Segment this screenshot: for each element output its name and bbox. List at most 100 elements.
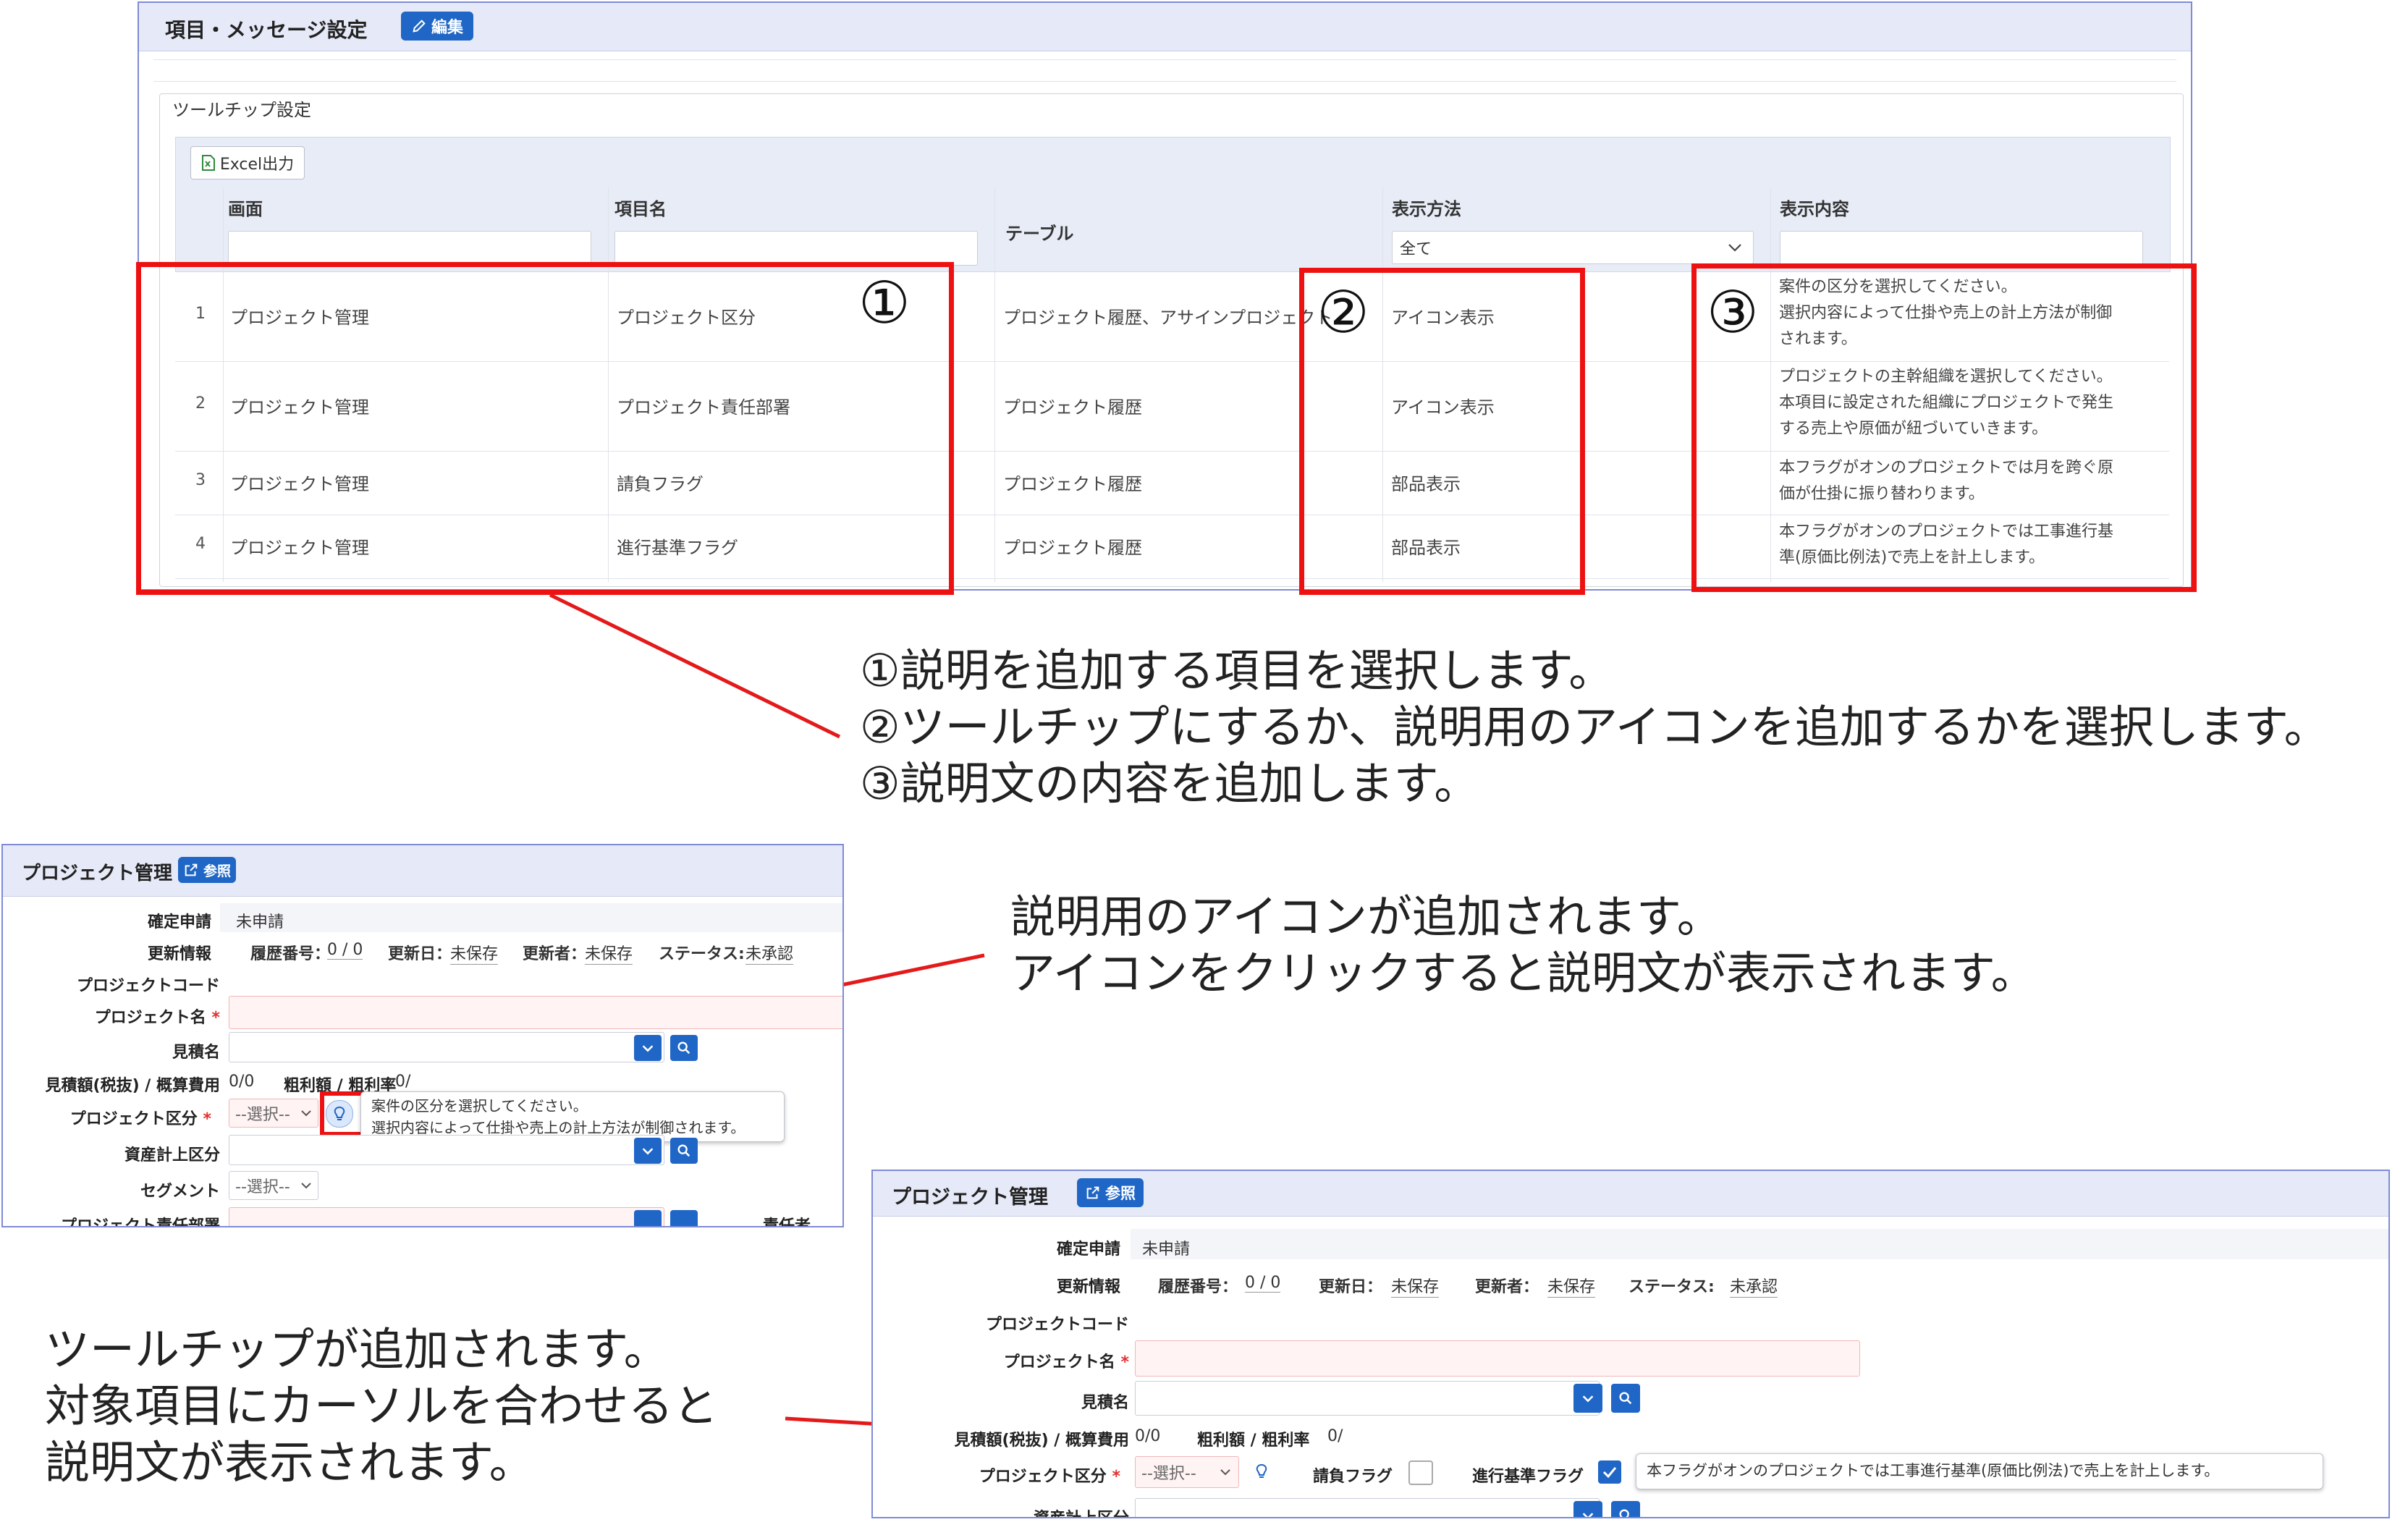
label-estimate-amount: 見積額(税抜) / 概算費用 [45, 1077, 220, 1095]
dropdown-button[interactable] [1573, 1501, 1602, 1517]
progress-flag-checkbox[interactable] [1598, 1460, 1621, 1484]
gross-profit-value: 0/ [395, 1073, 411, 1091]
label-project-code: プロジェクトコード [985, 1316, 1129, 1334]
history-label: 履歴番号： [250, 945, 331, 963]
label-manager: 責任者 [763, 1217, 811, 1227]
lightbulb-icon[interactable] [1254, 1462, 1270, 1481]
label-project-code: プロジェクトコード [76, 977, 220, 995]
updater-value: 未保存 [1547, 1274, 1596, 1298]
label-estimate-name: 見積名 [1081, 1394, 1129, 1412]
estimate-amount-value: 0/0 [1135, 1427, 1161, 1445]
confirm-value: 未申請 [1142, 1240, 1191, 1259]
label-progress-flag: 進行基準フラグ [1472, 1468, 1584, 1486]
tooltip-note-text: ツールチップが追加されます。 対象項目にカーソルを合わせると 説明文が表示されま… [45, 1322, 718, 1491]
label-text: プロジェクト区分 [979, 1468, 1107, 1486]
label-contract-flag: 請負フラグ [1313, 1468, 1393, 1486]
dropdown-button[interactable] [634, 1138, 662, 1164]
project-name-input[interactable] [229, 996, 842, 1029]
updater-label: 更新者： [523, 945, 587, 963]
updated-label: 更新日： [388, 945, 452, 963]
label-asset-type: 資産計上区分 [124, 1146, 220, 1164]
search-icon [677, 1144, 690, 1157]
note-line: ツールチップが追加されます。 [45, 1323, 669, 1376]
label-asset-type: 資産計上区分 [1034, 1505, 1129, 1517]
search-button[interactable] [1611, 1384, 1640, 1413]
chevron-down-icon [642, 1148, 654, 1155]
estimate-name-input[interactable] [229, 1032, 664, 1062]
dropdown-button[interactable] [634, 1035, 662, 1061]
history-label: 履歴番号： [1158, 1278, 1238, 1296]
search-button[interactable] [670, 1210, 698, 1226]
chevron-down-icon [642, 1045, 654, 1052]
project-form-icon-example: プロジェクト管理 参照 確定申請 未申請 更新情報 履歴番号： 0 / 0 更新… [1, 844, 844, 1227]
tooltip-text: 本フラグがオンのプロジェクトでは工事進行基準(原価比例法)で売上を計上します。 [1647, 1462, 2220, 1479]
contract-flag-checkbox[interactable] [1408, 1460, 1433, 1485]
confirm-row-bg [220, 903, 842, 932]
explain-line: ①説明を追加する項目を選択します。 [860, 644, 1614, 697]
explain-line: ②ツールチップにするか、説明用のアイコンを追加するかを選択します。 [860, 701, 2329, 753]
required-mark: * [1112, 1468, 1120, 1486]
required-mark: * [1120, 1353, 1129, 1371]
estimate-amount-value: 0/0 [229, 1073, 255, 1091]
history-value: 0 / 0 [327, 941, 363, 960]
search-icon [1619, 1392, 1632, 1405]
confirm-value: 未申請 [236, 913, 284, 931]
responsible-dept-input[interactable] [229, 1207, 664, 1226]
search-button[interactable] [670, 1138, 698, 1164]
note-line: 説明用のアイコンが追加されます。 [1010, 890, 1722, 943]
reference-button[interactable]: 参照 [1077, 1178, 1144, 1207]
updater-label: 更新者： [1475, 1278, 1539, 1296]
form-header: プロジェクト管理 参照 [3, 845, 842, 897]
project-name-input[interactable] [1135, 1340, 1860, 1377]
status-label: ステータス: [1628, 1278, 1715, 1296]
search-button[interactable] [1611, 1501, 1640, 1517]
select-placeholder: --選択-- [235, 1106, 290, 1124]
icon-note-text: 説明用のアイコンが追加されます。 アイコンをクリックすると説明文が表示されます。 [1010, 889, 2036, 1002]
project-type-select[interactable]: --選択-- [229, 1099, 318, 1128]
label-gross-profit: 粗利額 / 粗利率 [1197, 1432, 1310, 1450]
chevron-down-icon [1582, 1513, 1594, 1517]
note-line: 説明文が表示されます。 [45, 1436, 534, 1489]
note-line: 対象項目にカーソルを合わせると [45, 1379, 719, 1432]
select-placeholder: --選択-- [1141, 1465, 1196, 1483]
project-form-tooltip-example: プロジェクト管理 参照 確定申請 未申請 更新情報 履歴番号： 0 / 0 更新… [871, 1170, 2390, 1518]
tooltip-line: 案件の区分を選択してください。 [371, 1097, 588, 1115]
search-button[interactable] [670, 1035, 698, 1061]
segment-select[interactable]: --選択-- [229, 1171, 318, 1200]
updated-value: 未保存 [450, 941, 499, 965]
reference-button[interactable]: 参照 [178, 857, 236, 883]
form-title: プロジェクト管理 [892, 1186, 1048, 1209]
label-estimate-name: 見積名 [172, 1044, 220, 1062]
asset-type-input[interactable] [1135, 1498, 1600, 1517]
chevron-down-icon [1582, 1395, 1594, 1403]
label-confirm: 確定申請 [1056, 1240, 1120, 1259]
dropdown-button[interactable] [1573, 1384, 1602, 1413]
asset-type-input[interactable] [229, 1135, 664, 1165]
form-title: プロジェクト管理 [22, 863, 173, 884]
updated-value: 未保存 [1391, 1274, 1440, 1298]
label-update-info: 更新情報 [147, 945, 211, 963]
status-value: 未承認 [745, 941, 794, 965]
label-text: プロジェクト名 [94, 1009, 206, 1027]
hover-tooltip-popup: 本フラグがオンのプロジェクトでは工事進行基準(原価比例法)で売上を計上します。 [1636, 1453, 2323, 1489]
external-link-icon [185, 863, 198, 876]
gross-profit-value: 0/ [1327, 1427, 1343, 1445]
project-type-select[interactable]: --選択-- [1135, 1456, 1239, 1488]
label-update-info: 更新情報 [1056, 1278, 1120, 1296]
search-icon [1619, 1509, 1629, 1517]
label-project-type: プロジェクト区分 * [979, 1463, 1120, 1487]
external-link-icon [1086, 1186, 1099, 1199]
chevron-down-icon [301, 1183, 311, 1189]
connector-line [549, 593, 841, 739]
form-header: プロジェクト管理 参照 [873, 1171, 2388, 1217]
status-label: ステータス: [659, 945, 745, 963]
dropdown-button[interactable] [634, 1210, 662, 1226]
label-confirm: 確定申請 [147, 913, 211, 931]
chevron-down-icon [301, 1110, 311, 1117]
required-mark: * [203, 1110, 211, 1128]
explain-text: ①説明を追加する項目を選択します。 ②ツールチップにするか、説明用のアイコンを追… [860, 643, 2329, 812]
label-text: プロジェクト区分 [69, 1110, 198, 1128]
estimate-name-input[interactable] [1135, 1381, 1600, 1416]
reference-button-label: 参照 [1105, 1185, 1136, 1202]
history-value: 0 / 0 [1245, 1274, 1281, 1293]
